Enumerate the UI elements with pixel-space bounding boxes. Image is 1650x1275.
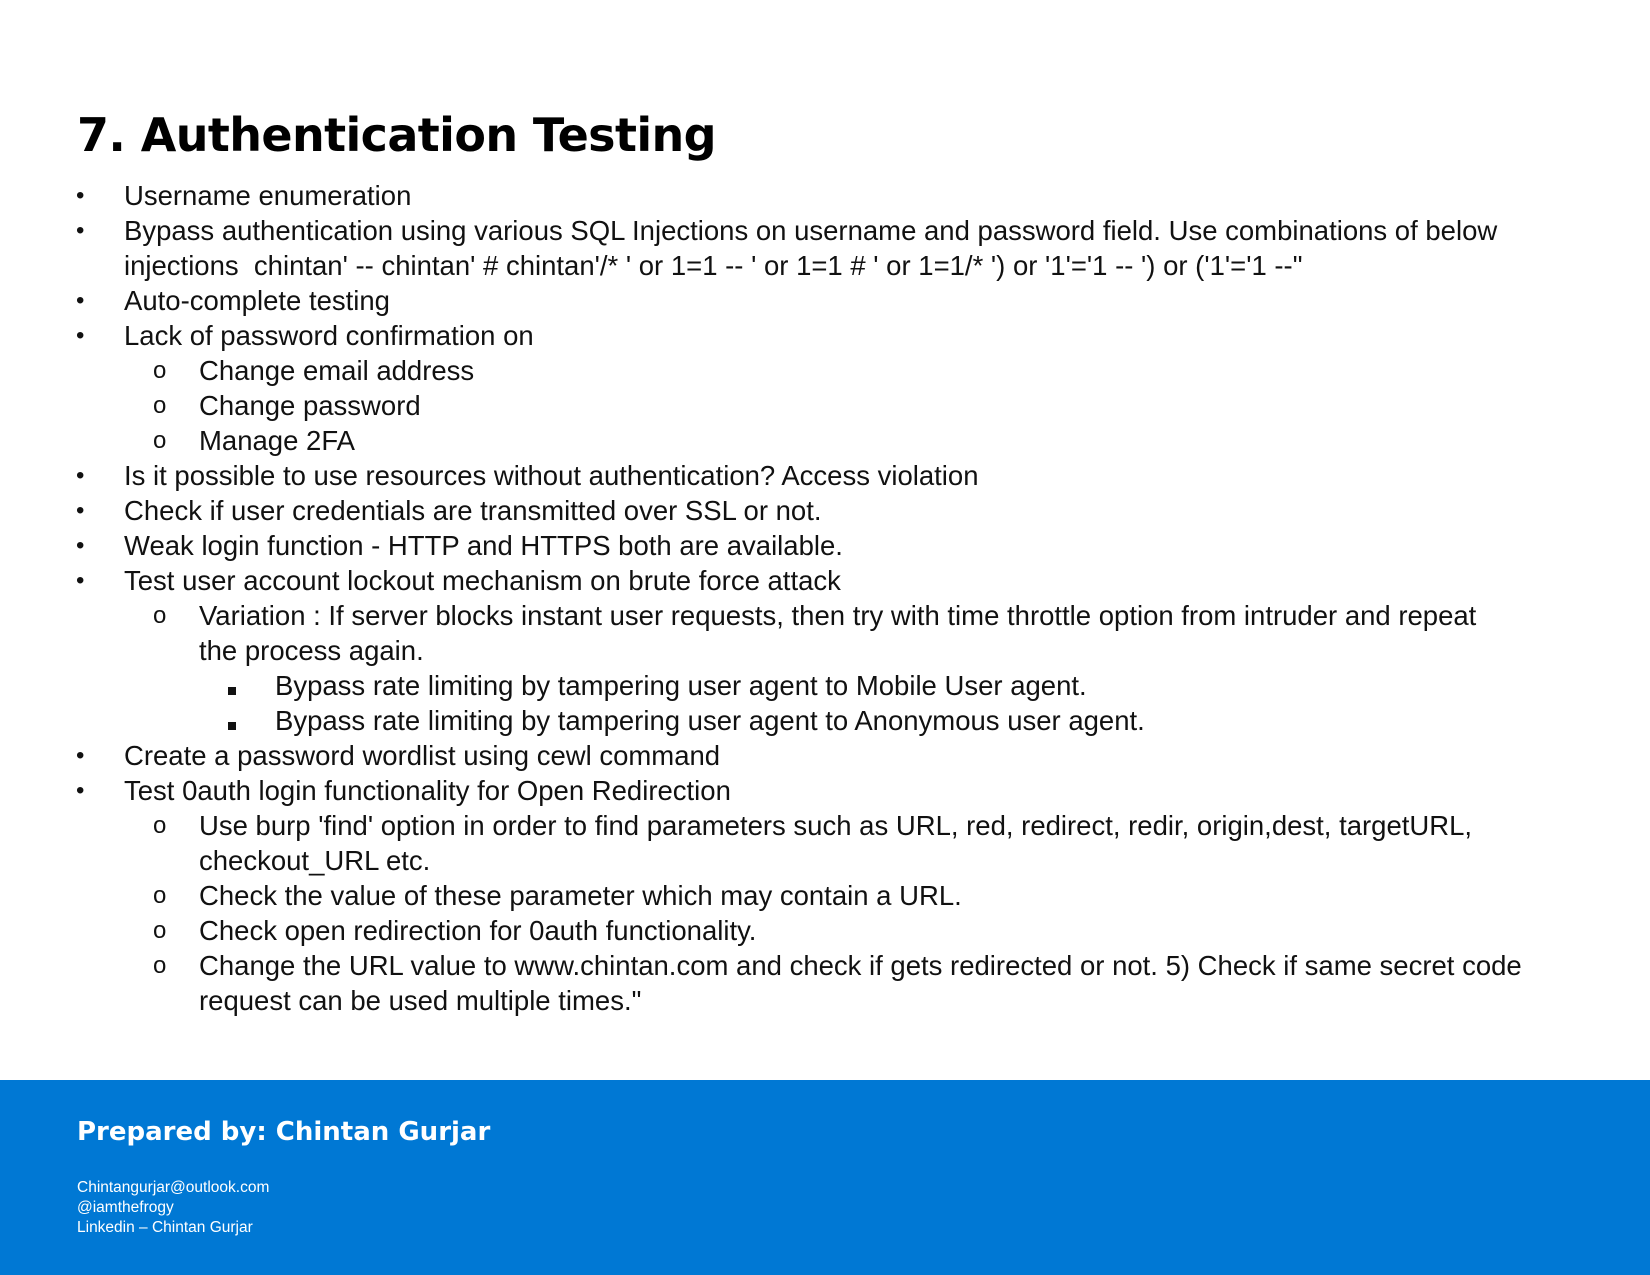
list-item-line: injections chintan' -- chintan' # chinta… — [124, 250, 1303, 281]
list-item-text: Manage 2FA — [199, 423, 1620, 458]
list-item-line: Is it possible to use resources without … — [124, 460, 979, 491]
list-item-line: Lack of password confirmation on — [124, 320, 534, 351]
bullet-icon: • — [76, 567, 85, 594]
bullet-icon: • — [76, 462, 85, 489]
circle-bullet-icon: o — [153, 917, 167, 944]
footer: Prepared by: Chintan Gurjar Chintangurja… — [0, 1080, 1650, 1275]
list-item-line: Variation : If server blocks instant use… — [199, 600, 1477, 631]
contact-linkedin: Linkedin – Chintan Gurjar — [77, 1219, 253, 1236]
sub-sub-list-item: Bypass rate limiting by tampering user a… — [0, 668, 1620, 703]
list-item-text: Check if user credentials are transmitte… — [124, 493, 1620, 528]
circle-bullet-icon: o — [153, 427, 167, 454]
list-item-line: Weak login function - HTTP and HTTPS bot… — [124, 530, 843, 561]
list-item-line: Manage 2FA — [199, 425, 355, 456]
list-item-text: Use burp 'find' option in order to find … — [199, 808, 1620, 878]
bullet-icon: • — [76, 182, 85, 209]
list-item-line: request can be used multiple times." — [199, 985, 642, 1016]
list-item-line: Test user account lockout mechanism on b… — [124, 565, 841, 596]
bullet-icon: • — [76, 497, 85, 524]
list-item-text: Bypass rate limiting by tampering user a… — [275, 668, 1620, 703]
list-item-text: Auto-complete testing — [124, 283, 1620, 318]
list-item-text: Variation : If server blocks instant use… — [199, 598, 1620, 668]
list-item-line: the process again. — [199, 635, 424, 666]
list-item-line: Bypass authentication using various SQL … — [124, 215, 1498, 246]
list-item-line: Use burp 'find' option in order to find … — [199, 810, 1473, 841]
list-item-line: Bypass rate limiting by tampering user a… — [275, 705, 1145, 736]
square-bullet-icon — [228, 668, 236, 703]
list-item-line: Check if user credentials are transmitte… — [124, 495, 822, 526]
contact-info: Chintangurjar@outlook.com @iamthefrogy L… — [77, 1178, 269, 1238]
list-item-line: Check open redirection for 0auth functio… — [199, 915, 757, 946]
bullet-icon: • — [76, 742, 85, 769]
list-item-line: Auto-complete testing — [124, 285, 390, 316]
square-bullet-icon — [228, 703, 236, 738]
list-item: • Create a password wordlist using cewl c… — [0, 738, 1620, 773]
circle-bullet-icon: o — [153, 357, 167, 384]
list-item-line: checkout_URL etc. — [199, 845, 431, 876]
bullet-icon: • — [76, 287, 85, 314]
list-item-text: Check the value of these parameter which… — [199, 878, 1620, 913]
list-item-text: Bypass rate limiting by tampering user a… — [275, 703, 1620, 738]
circle-bullet-icon: o — [153, 952, 167, 979]
list-item-text: Check open redirection for 0auth functio… — [199, 913, 1620, 948]
list-item-text: Bypass authentication using various SQL … — [124, 213, 1620, 283]
list-item: • Weak login function - HTTP and HTTPS bo… — [0, 528, 1620, 563]
list-item: • Lack of password confirmation on — [0, 318, 1620, 353]
page-title: 7. Authentication Testing — [77, 108, 717, 162]
list-item: • Bypass authentication using various SQL… — [0, 213, 1620, 283]
checklist: • Username enumeration • Bypass authenticat… — [0, 178, 1650, 1018]
sub-list-item: o Change password — [0, 388, 1620, 423]
list-item: • Username enumeration — [0, 178, 1620, 213]
list-item-text: Create a password wordlist using cewl co… — [124, 738, 1620, 773]
circle-bullet-icon: o — [153, 392, 167, 419]
sub-list-item: o Use burp 'find' option in order to find… — [0, 808, 1620, 878]
sub-list-item: o Check the value of these parameter whic… — [0, 878, 1620, 913]
bullet-icon: • — [76, 322, 85, 349]
sub-list-item: o Change email address — [0, 353, 1620, 388]
contact-email: Chintangurjar@outlook.com — [77, 1179, 270, 1196]
sub-list-item: o Manage 2FA — [0, 423, 1620, 458]
list-item: • Test user account lockout mechanism on … — [0, 563, 1620, 598]
bullet-icon: • — [76, 217, 85, 244]
list-item-line: Test 0auth login functionality for Open … — [124, 775, 731, 806]
circle-bullet-icon: o — [153, 882, 167, 909]
list-item-text: Test user account lockout mechanism on b… — [124, 563, 1620, 598]
list-item-line: Change email address — [199, 355, 475, 386]
list-item-line: Change password — [199, 390, 421, 421]
sub-list-item: o Check open redirection for 0auth functi… — [0, 913, 1620, 948]
list-item-text: Username enumeration — [124, 178, 1620, 213]
list-item-text: Weak login function - HTTP and HTTPS bot… — [124, 528, 1620, 563]
sub-list-item: o Variation : If server blocks instant us… — [0, 598, 1620, 668]
list-item-text: Change the URL value to www.chintan.com … — [199, 948, 1620, 1018]
list-item: • Auto-complete testing — [0, 283, 1620, 318]
list-item-text: Change password — [199, 388, 1620, 423]
list-item-text: Lack of password confirmation on — [124, 318, 1620, 353]
list-item-text: Test 0auth login functionality for Open … — [124, 773, 1620, 808]
sub-list-item: o Change the URL value to www.chintan.com… — [0, 948, 1620, 1018]
bullet-icon: • — [76, 532, 85, 559]
list-item: • Is it possible to use resources without… — [0, 458, 1620, 493]
list-item-line: Change the URL value to www.chintan.com … — [199, 950, 1522, 981]
list-item-line: Bypass rate limiting by tampering user a… — [275, 670, 1087, 701]
bullet-icon: • — [76, 777, 85, 804]
list-item-line: Check the value of these parameter which… — [199, 880, 962, 911]
footer-title: Prepared by: Chintan Gurjar — [77, 1117, 491, 1147]
circle-bullet-icon: o — [153, 602, 167, 629]
sub-sub-list-item: Bypass rate limiting by tampering user a… — [0, 703, 1620, 738]
list-item: • Test 0auth login functionality for Open… — [0, 773, 1620, 808]
list-item-line: Username enumeration — [124, 180, 412, 211]
list-item-text: Is it possible to use resources without … — [124, 458, 1620, 493]
contact-handle: @iamthefrogy — [77, 1199, 174, 1216]
circle-bullet-icon: o — [153, 812, 167, 839]
list-item-line: Create a password wordlist using cewl co… — [124, 740, 721, 771]
list-item-text: Change email address — [199, 353, 1620, 388]
list-item: • Check if user credentials are transmitt… — [0, 493, 1620, 528]
